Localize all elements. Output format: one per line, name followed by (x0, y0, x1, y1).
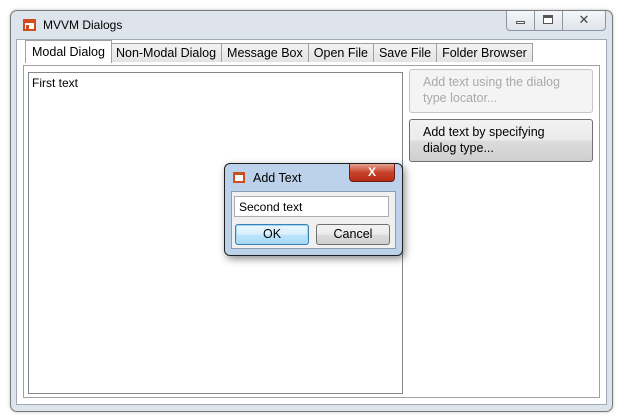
tab-non-modal-dialog[interactable]: Non-Modal Dialog (110, 43, 223, 62)
tab-message-box[interactable]: Message Box (222, 43, 309, 62)
dialog-client-area: OK Cancel (231, 191, 396, 249)
dialog-close-button[interactable]: X (349, 164, 395, 182)
dialog-title: Add Text (253, 171, 302, 185)
window-title: MVVM Dialogs (43, 18, 123, 32)
minimize-button[interactable] (507, 11, 535, 30)
tab-open-file[interactable]: Open File (308, 43, 374, 62)
tab-strip: Modal Dialog Non-Modal Dialog Message Bo… (25, 40, 533, 63)
text-input[interactable] (234, 196, 389, 217)
tab-modal-dialog[interactable]: Modal Dialog (25, 40, 112, 63)
tab-save-file[interactable]: Save File (373, 43, 438, 62)
title-bar[interactable]: MVVM Dialogs ✕ (11, 11, 612, 39)
ok-button[interactable]: OK (235, 224, 309, 245)
caption-buttons: ✕ (506, 11, 606, 31)
add-text-locator-button[interactable]: Add text using the dialog type locator..… (409, 69, 593, 113)
maximize-icon (543, 15, 553, 24)
close-icon: X (367, 165, 376, 179)
cancel-button[interactable]: Cancel (316, 224, 390, 245)
dialog-window-icon (233, 172, 245, 183)
app-window-icon (23, 19, 36, 31)
list-item[interactable]: First text (32, 76, 78, 90)
close-icon: ✕ (578, 12, 590, 27)
tab-folder-browser[interactable]: Folder Browser (437, 43, 533, 62)
maximize-button[interactable] (535, 11, 563, 30)
close-button[interactable]: ✕ (563, 11, 605, 30)
minimize-icon (516, 21, 525, 24)
add-text-dialog: Add Text X OK Cancel (224, 163, 403, 256)
add-text-by-type-button[interactable]: Add text by specifying dialog type... (409, 119, 593, 162)
